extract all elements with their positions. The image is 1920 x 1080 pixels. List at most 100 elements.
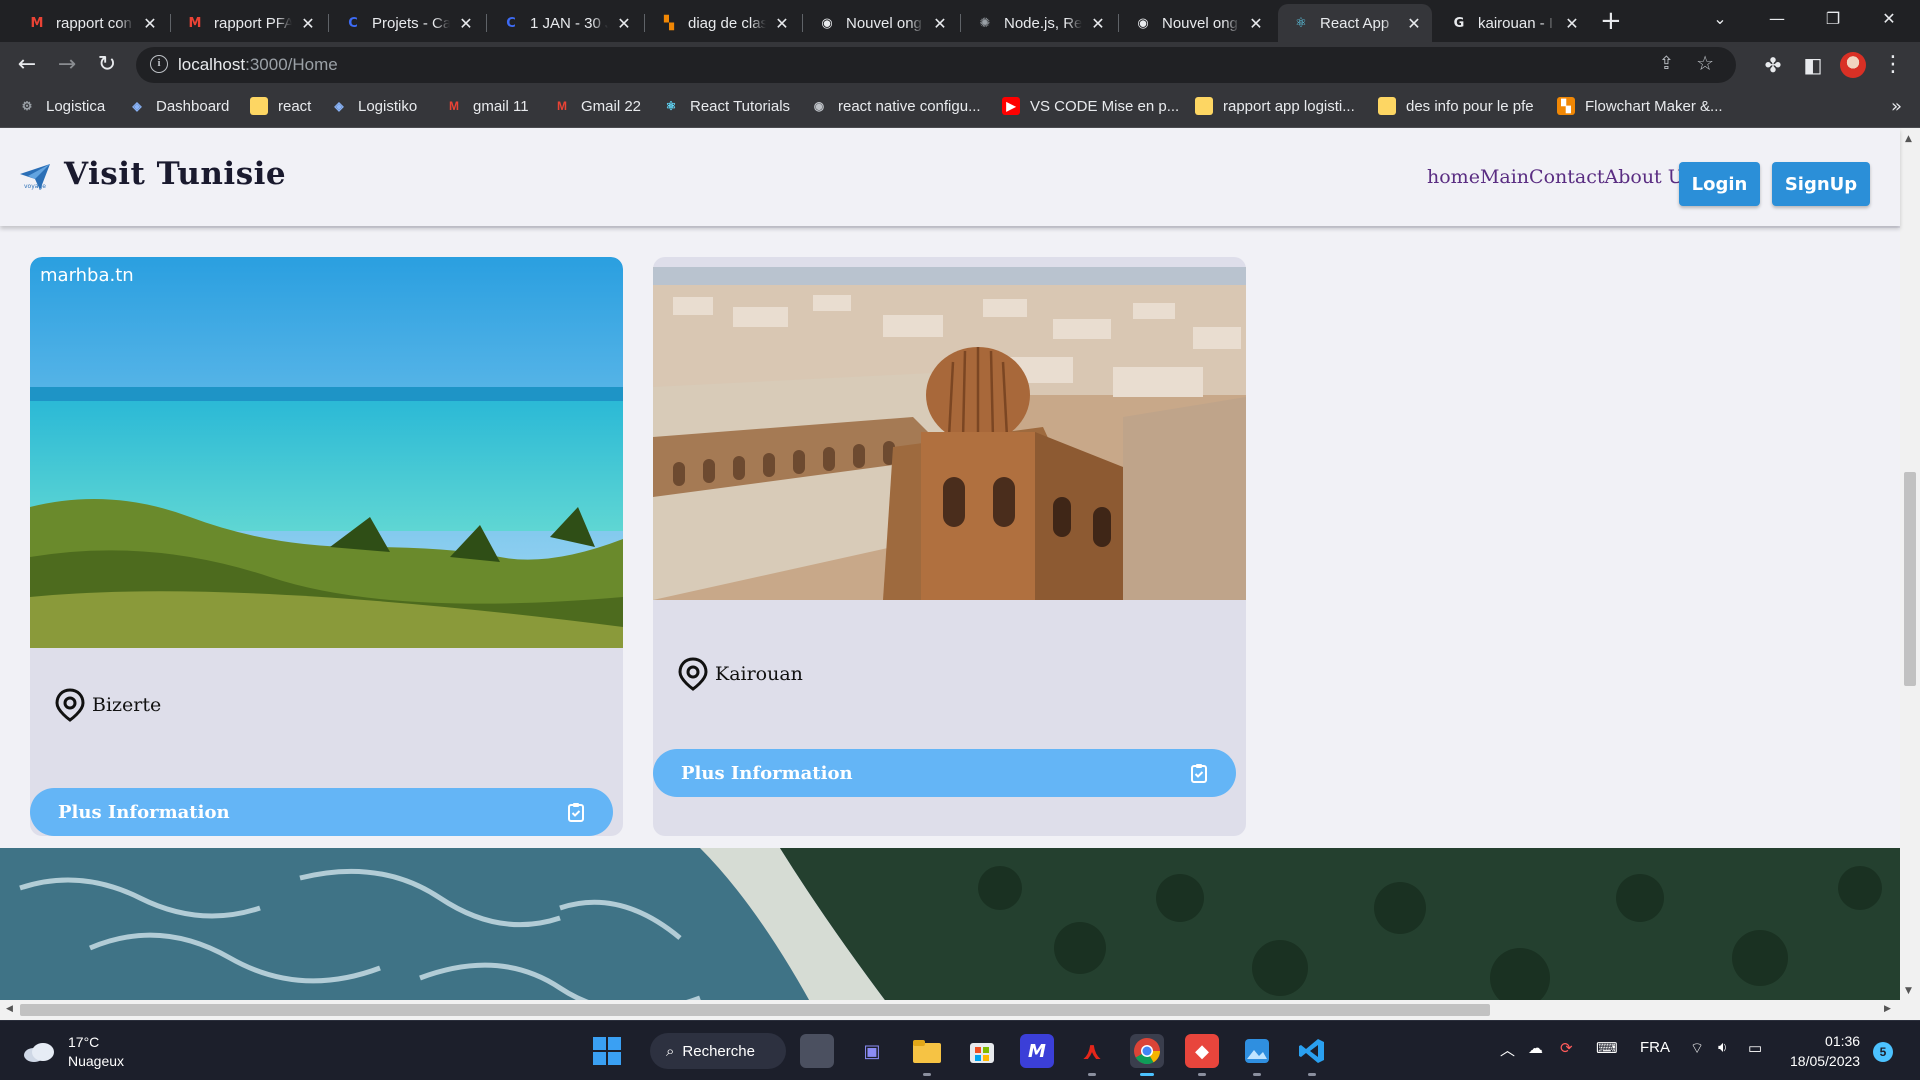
windows-taskbar: 17°C Nuageux ⌕ Recherche ▣ M ⋏ ◆ ︿ ☁ ⟳ ⌨… — [0, 1020, 1920, 1080]
scroll-right-arrow-icon[interactable]: ▶ — [1884, 1004, 1891, 1014]
extensions-puzzle-icon[interactable]: ✤ — [1758, 50, 1788, 80]
browser-tab[interactable]: Mrapport PFA ✕ — [172, 4, 326, 42]
tab-title: Projets - Ca — [372, 14, 450, 32]
plus-information-button[interactable]: Plus Information — [30, 788, 613, 836]
browser-tab[interactable]: Mrapport con ✕ — [14, 4, 168, 42]
volume-icon[interactable]: 🔉︎ — [1718, 1039, 1727, 1056]
close-window-button[interactable]: ✕ — [1869, 4, 1909, 34]
bookmark-item[interactable]: react — [250, 97, 311, 115]
teams-chat-icon[interactable]: ▣ — [855, 1034, 889, 1068]
plus-information-button[interactable]: Plus Information — [653, 749, 1236, 797]
keyboard-icon[interactable]: ⌨ — [1596, 1039, 1618, 1057]
bizerte-photo: marhba.tn — [30, 257, 623, 648]
tab-close-icon[interactable]: ✕ — [1564, 14, 1580, 33]
minimize-button[interactable]: — — [1757, 4, 1797, 34]
profile-avatar[interactable] — [1840, 52, 1866, 78]
bookmarks-overflow-icon[interactable]: » — [1891, 96, 1902, 117]
browser-tab[interactable]: C Projets - Ca ✕ — [330, 4, 484, 42]
tab-search-icon[interactable]: ⌄ — [1700, 4, 1740, 34]
menu-kebab-icon[interactable]: ⋮ — [1878, 50, 1908, 80]
bookmark-item[interactable]: des info pour le pfe — [1378, 97, 1534, 115]
horizontal-scrollbar[interactable]: ◀ ▶ — [0, 1000, 1920, 1020]
windows-start-icon[interactable] — [590, 1034, 624, 1068]
back-arrow-icon[interactable]: ← — [12, 50, 42, 80]
weather-widget[interactable]: 17°C Nuageux — [22, 1033, 124, 1071]
input-language[interactable]: FRA — [1640, 1039, 1670, 1056]
bookmark-item[interactable]: Mgmail 11 — [445, 97, 529, 115]
tab-close-icon[interactable]: ✕ — [142, 14, 158, 33]
reload-icon[interactable]: ↻ — [92, 50, 122, 80]
app-icon: ◈ — [334, 99, 344, 113]
notification-badge[interactable]: 5 — [1873, 1042, 1893, 1062]
photos-icon[interactable] — [1240, 1034, 1274, 1076]
scroll-down-arrow-icon[interactable]: ▼ — [1905, 986, 1912, 996]
share-icon[interactable]: ⇪ — [1659, 53, 1674, 74]
onedrive-cloud-icon[interactable]: ☁ — [1528, 1039, 1543, 1057]
horizontal-scroll-thumb[interactable] — [20, 1004, 1490, 1016]
tab-close-icon[interactable]: ✕ — [1090, 14, 1106, 33]
tab-close-icon[interactable]: ✕ — [300, 14, 316, 33]
file-explorer-icon[interactable] — [910, 1034, 944, 1076]
bookmark-item[interactable]: ⚙ Logistica — [18, 97, 106, 115]
tray-overflow-chevron-icon[interactable]: ︿ — [1500, 1039, 1515, 1060]
nav-link-main[interactable]: Main — [1480, 166, 1529, 188]
nav-link-contact[interactable]: Contact — [1529, 166, 1604, 188]
vertical-scrollbar[interactable]: ▲ ▼ — [1900, 128, 1920, 1000]
kairouan-photo — [653, 267, 1246, 600]
bookmark-item[interactable]: ▚ Flowchart Maker &... — [1557, 97, 1723, 115]
bookmark-item[interactable]: ⚛ React Tutorials — [662, 97, 790, 115]
wifi-icon[interactable]: ⌔ — [1690, 1039, 1704, 1058]
vscode-icon[interactable] — [1295, 1034, 1329, 1076]
browser-tab[interactable]: ◉ Nouvel ong ✕ — [804, 4, 958, 42]
maximize-button[interactable]: ❐ — [1813, 4, 1853, 34]
login-button[interactable]: Login — [1679, 162, 1760, 206]
site-info-icon[interactable]: i — [150, 55, 168, 73]
vertical-scroll-thumb[interactable] — [1904, 472, 1916, 686]
anydesk-icon[interactable]: ◆ — [1185, 1034, 1219, 1076]
browser-tab[interactable]: ◉ Nouvel ong ✕ — [1120, 4, 1274, 42]
bookmark-item[interactable]: rapport app logisti... — [1195, 97, 1355, 115]
bookmark-star-icon[interactable]: ☆ — [1696, 51, 1714, 75]
browser-tab[interactable]: ✺ Node.js, Re ✕ — [962, 4, 1116, 42]
tab-close-icon[interactable]: ✕ — [1248, 14, 1264, 33]
mathtype-icon[interactable]: M — [1020, 1034, 1054, 1068]
forward-arrow-icon[interactable]: → — [52, 50, 82, 80]
taskbar-search[interactable]: ⌕ Recherche — [650, 1033, 786, 1069]
battery-icon[interactable]: ▭ — [1748, 1039, 1762, 1057]
search-label: Recherche — [682, 1042, 755, 1060]
bookmark-item[interactable]: ◈ Dashboard — [128, 97, 229, 115]
microsoft-store-icon[interactable] — [965, 1034, 999, 1068]
scroll-left-arrow-icon[interactable]: ◀ — [6, 1004, 13, 1014]
bookmark-item[interactable]: ◈ Logistiko — [330, 97, 417, 115]
signup-button[interactable]: SignUp — [1772, 162, 1870, 206]
chrome-taskbar-icon[interactable] — [1130, 1034, 1164, 1076]
browser-tab[interactable]: Gkairouan - I ✕ — [1436, 4, 1590, 42]
tab-close-icon[interactable]: ✕ — [774, 14, 790, 33]
url-text[interactable]: localhost:3000/Home — [178, 55, 338, 75]
bookmark-item[interactable]: ◉ react native configu... — [810, 97, 981, 115]
new-tab-button[interactable]: + — [1600, 6, 1622, 36]
react-icon: ⚛ — [665, 99, 677, 113]
tab-close-icon[interactable]: ✕ — [458, 14, 474, 33]
tab-close-icon[interactable]: ✕ — [616, 14, 632, 33]
tab-close-icon[interactable]: ✕ — [1406, 14, 1422, 33]
system-clock[interactable]: 01:36 18/05/2023 — [1790, 1031, 1860, 1071]
tab-title: Nouvel ong — [846, 14, 922, 32]
bookmark-item[interactable]: ▶ VS CODE Mise en p... — [1002, 97, 1179, 115]
acrobat-pdf-icon[interactable]: ⋏ — [1075, 1034, 1109, 1076]
scroll-up-arrow-icon[interactable]: ▲ — [1905, 134, 1912, 144]
bookmark-label: react native configu... — [838, 97, 981, 115]
browser-tab[interactable]: C 1 JAN - 30 J ✕ — [488, 4, 642, 42]
browser-tab[interactable]: ▚ diag de clas ✕ — [646, 4, 800, 42]
location-pin-icon — [55, 688, 85, 722]
side-panel-icon[interactable]: ◧ — [1798, 50, 1828, 80]
address-bar[interactable]: i localhost:3000/Home ⇪ ☆ — [136, 47, 1736, 83]
site-brand-name[interactable]: Visit Tunisie — [64, 156, 286, 192]
bookmark-item[interactable]: M Gmail 22 — [553, 97, 641, 115]
destination-card-kairouan: Kairouan Plus Information — [653, 257, 1246, 836]
sync-icon[interactable]: ⟳ — [1560, 1039, 1573, 1057]
tab-close-icon[interactable]: ✕ — [932, 14, 948, 33]
browser-tab[interactable]: ⚛ React App ✕ — [1278, 4, 1432, 42]
task-view-icon[interactable] — [800, 1034, 834, 1068]
nav-link-home[interactable]: home — [1427, 166, 1480, 188]
